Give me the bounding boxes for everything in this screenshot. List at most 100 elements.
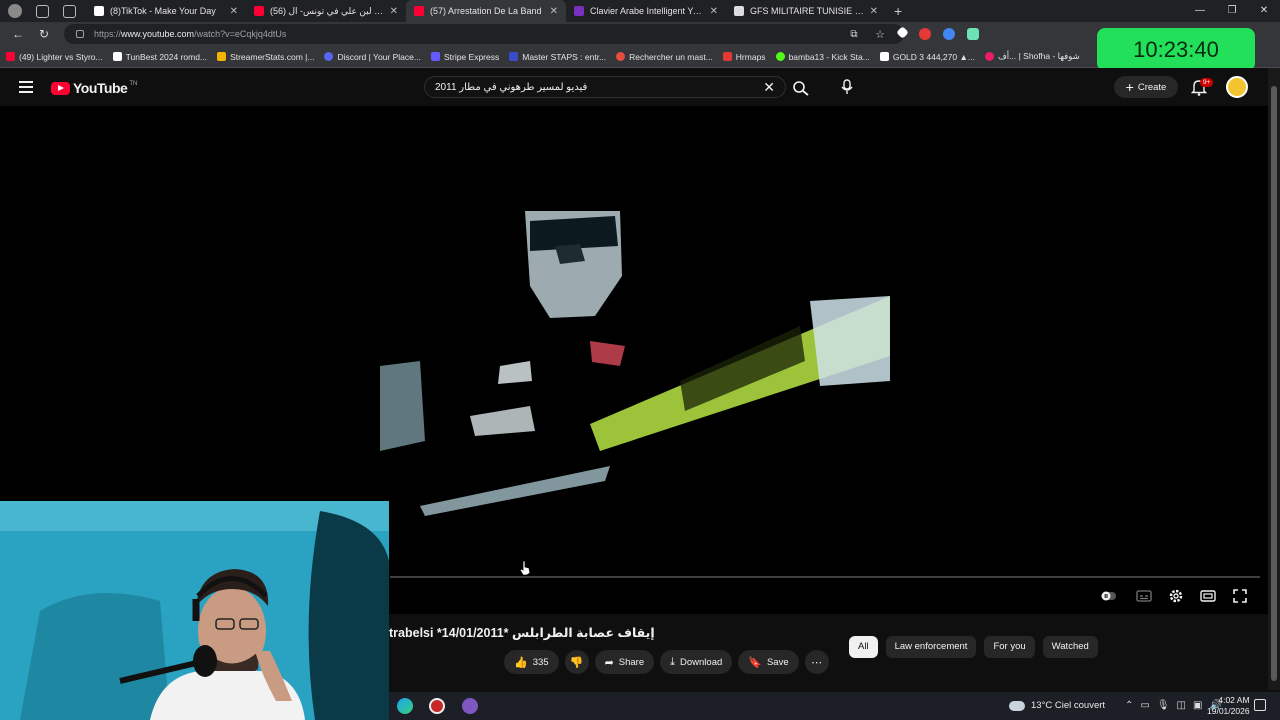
minimize-icon[interactable]: — <box>1184 0 1216 22</box>
browser-taskbar-icon[interactable] <box>397 698 413 714</box>
weather-widget[interactable]: 13°C Ciel couvert <box>1009 700 1105 711</box>
dislike-button[interactable]: 👎 <box>564 650 589 674</box>
workspaces-icon[interactable] <box>36 4 49 18</box>
like-button[interactable]: 👍 335 <box>504 650 559 674</box>
restore-icon[interactable]: ❐ <box>1216 0 1248 22</box>
share-button[interactable]: ➦ Share <box>594 650 655 674</box>
chip-watched[interactable]: Watched <box>1042 636 1098 658</box>
bookmark-icon: 🔖 <box>748 656 762 669</box>
weather-text: Ciel couvert <box>1054 700 1106 711</box>
stats-icon <box>217 52 227 61</box>
bookmark-item[interactable]: Master STAPS : entr... <box>509 52 606 62</box>
close-window-icon[interactable]: ✕ <box>1248 0 1280 22</box>
theater-mode-icon[interactable] <box>1200 588 1216 604</box>
profile-icon[interactable] <box>8 4 22 18</box>
network-icon[interactable]: ▭ <box>1140 700 1149 711</box>
bookmark-item[interactable]: Stripe Express <box>430 52 499 62</box>
bookmark-item[interactable]: bamba13 - Kick Sta... <box>775 52 870 62</box>
settings-gear-icon[interactable] <box>1168 588 1184 604</box>
install-app-icon[interactable]: ⧉ <box>846 29 862 40</box>
browser-tab-strip: (8)TikTok - Make Your Day ✕ (56) اخر يوم… <box>0 0 1280 22</box>
plus-icon: + <box>1125 79 1134 95</box>
save-button[interactable]: 🔖 Save <box>738 650 799 674</box>
page-scrollbar[interactable] <box>1268 68 1280 690</box>
obs-taskbar-icon[interactable] <box>429 698 445 714</box>
bookmarks-bar: (49) Lighter vs Styro... TunBest 2024 ro… <box>0 46 1280 68</box>
bookmark-item[interactable]: Rechercher un mast... <box>616 52 713 62</box>
browser-tab[interactable]: (56) اخر يوم لبن علي في تونس- ال ✕ <box>246 0 406 22</box>
microphone-icon[interactable] <box>838 78 856 96</box>
site-info-icon[interactable] <box>76 30 84 38</box>
close-tab-icon[interactable]: ✕ <box>550 6 558 17</box>
close-tab-icon[interactable]: ✕ <box>710 6 718 17</box>
hand-cursor-icon <box>519 560 531 576</box>
search-icon[interactable] <box>792 80 810 96</box>
browser-tab-active[interactable]: (57) Arrestation De La Band ✕ <box>406 0 566 22</box>
share-label: Share <box>618 656 645 668</box>
bookmark-label: StreamerStats.com |... <box>230 51 315 62</box>
display-icon[interactable]: ▣ <box>1193 700 1202 711</box>
browser-tab[interactable]: Clavier Arabe Intelligent Yamli™ ✕ <box>566 0 726 22</box>
clear-search-icon[interactable]: ✕ <box>763 79 775 96</box>
wifi-icon[interactable]: ◫ <box>1177 700 1186 711</box>
more-actions-button[interactable]: ⋯ <box>804 650 829 674</box>
close-tab-icon[interactable]: ✕ <box>870 6 878 17</box>
extension-icon[interactable] <box>919 28 931 40</box>
close-tab-icon[interactable]: ✕ <box>390 6 398 17</box>
bookmark-item[interactable]: Discord | Your Place... <box>324 52 421 62</box>
tab-list: (8)TikTok - Make Your Day ✕ (56) اخر يوم… <box>86 0 886 22</box>
bookmark-item[interactable]: StreamerStats.com |... <box>217 52 314 62</box>
chevron-up-icon[interactable]: ⌃ <box>1125 700 1133 711</box>
taskbar: 13°C Ciel couvert ⌃ ▭ 🎙 ◫ ▣ 🔊 4:02 AM 19… <box>389 692 1280 720</box>
chip-all[interactable]: All <box>849 636 878 658</box>
bookmark-item[interactable]: GOLD 3 444,270 ▲... <box>879 52 975 62</box>
taskbar-clock[interactable]: 4:02 AM 19/01/2026 <box>1207 695 1250 717</box>
extension-icon[interactable] <box>896 26 909 39</box>
cloud-icon <box>1009 700 1025 711</box>
download-button[interactable]: ⤓ Download <box>660 650 733 674</box>
logo-text: YouTube <box>73 80 128 96</box>
new-tab-icon[interactable]: + <box>894 3 902 19</box>
microphone-tray-icon[interactable]: 🎙 <box>1157 700 1170 711</box>
address-bar[interactable]: https://www.youtube.com/watch?v=eCqkjq4d… <box>64 24 904 44</box>
browser-tab[interactable]: GFS MILITAIRE TUNISIE - Recherc ✕ <box>726 0 886 22</box>
chip-law-enforcement[interactable]: Law enforcement <box>885 636 977 658</box>
notifications-icon[interactable] <box>1254 699 1266 711</box>
avatar[interactable] <box>1226 76 1248 98</box>
bookmark-star-icon[interactable]: ☆ <box>872 28 888 41</box>
progress-bar[interactable] <box>390 576 1260 578</box>
yamli-icon <box>574 6 584 16</box>
extension-icon[interactable] <box>967 28 979 40</box>
browser-nav-bar: ← ↻ https://www.youtube.com/watch?v=eCqk… <box>0 22 1280 46</box>
extension-icon[interactable] <box>943 28 955 40</box>
bookmark-label: (49) Lighter vs Styro... <box>19 51 103 62</box>
discord-icon <box>324 52 334 61</box>
search-input[interactable]: فيديو لمسير طرهوني في مطار 2011 ✕ <box>424 76 786 98</box>
subtitles-icon[interactable] <box>1136 588 1152 604</box>
browser-tab[interactable]: (8)TikTok - Make Your Day ✕ <box>86 0 246 22</box>
autoplay-toggle-icon[interactable] <box>1100 588 1116 604</box>
bookmark-item[interactable]: (49) Lighter vs Styro... <box>6 52 103 62</box>
menu-icon[interactable] <box>19 81 33 93</box>
bookmark-label: Rechercher un mast... <box>629 51 713 62</box>
ticker-icon <box>879 52 889 61</box>
fullscreen-icon[interactable] <box>1232 588 1248 604</box>
bookmark-item[interactable]: أف... | Shofha - شوفها <box>984 51 1080 62</box>
back-icon[interactable]: ← <box>10 27 26 41</box>
create-button[interactable]: + Create <box>1114 76 1178 98</box>
reload-icon[interactable]: ↻ <box>36 27 52 41</box>
person-icon <box>616 52 626 61</box>
tab-actions-icon[interactable] <box>63 4 76 18</box>
close-tab-icon[interactable]: ✕ <box>230 6 238 17</box>
bookmark-item[interactable]: TunBest 2024 romd... <box>112 52 207 62</box>
bookmark-item[interactable]: Hrmaps <box>722 52 766 62</box>
notification-badge: 9+ <box>1200 78 1214 87</box>
discord-taskbar-icon[interactable] <box>462 698 478 714</box>
youtube-icon <box>414 6 424 16</box>
youtube-logo[interactable]: YouTube TN <box>51 80 137 96</box>
tab-title: GFS MILITAIRE TUNISIE - Recherc <box>750 6 866 16</box>
tab-title: (56) اخر يوم لبن علي في تونس- ال <box>270 5 386 16</box>
scrollbar-thumb[interactable] <box>1271 86 1277 681</box>
weather-temp: 13°C <box>1031 700 1053 711</box>
chip-for-you[interactable]: For you <box>984 636 1035 658</box>
